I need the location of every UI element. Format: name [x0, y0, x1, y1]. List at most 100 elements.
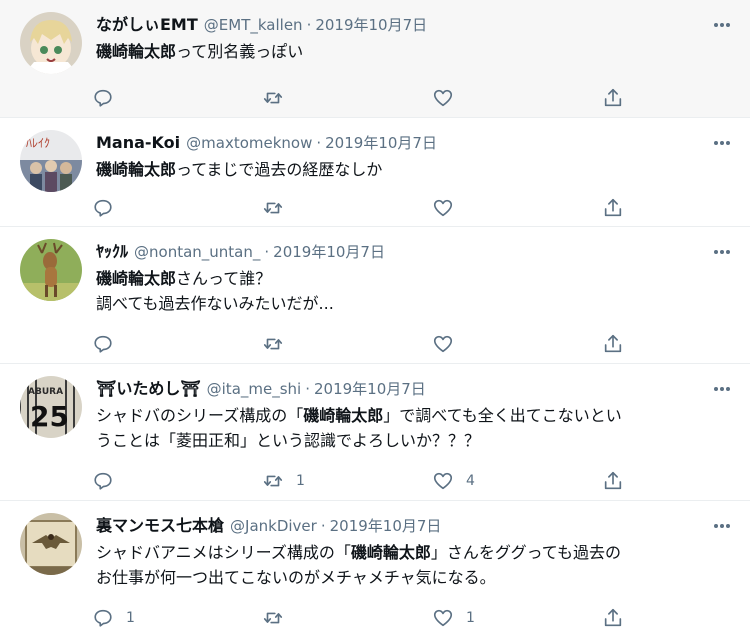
- avatar[interactable]: [20, 513, 82, 575]
- reply-button[interactable]: [92, 87, 262, 109]
- tweet[interactable]: ながしぃEMT @EMT_kallen · 2019年10月7日 磯崎輪太郎って…: [0, 0, 750, 118]
- reply-button[interactable]: [92, 333, 262, 355]
- text-segment: うことは「菱田正和」という認識でよろしいか？？？: [96, 431, 481, 450]
- tweet-text: 磯崎輪太郎って別名義っぽい: [96, 39, 734, 64]
- more-options-icon[interactable]: [712, 136, 730, 146]
- tweet-line: お仕事が何一つ出てこないのがメチャメチャ気になる。: [96, 565, 734, 590]
- deer-avatar-icon: [20, 239, 82, 301]
- user-handle[interactable]: @JankDiver: [230, 515, 317, 537]
- more-options-icon[interactable]: [712, 245, 730, 255]
- text-segment: シャドバのシリーズ構成の「: [96, 406, 304, 425]
- tweet-line: 磯崎輪太郎ってまじで過去の経歴なしか: [96, 157, 734, 182]
- retweet-button[interactable]: [262, 87, 432, 109]
- reply-icon: [94, 609, 112, 627]
- retweet-button[interactable]: [262, 607, 432, 629]
- like-button[interactable]: [432, 333, 602, 355]
- tweet-line: シャドバのシリーズ構成の「磯崎輪太郎」で調べても全く出てこないとい: [96, 403, 734, 428]
- like-button[interactable]: 4: [432, 470, 602, 492]
- user-handle[interactable]: @ita_me_shi: [207, 378, 302, 400]
- tweet-header: ⛩いためし⛩ @ita_me_shi · 2019年10月7日: [96, 378, 734, 400]
- highlight-keyword: 磯崎輪太郎: [96, 160, 177, 179]
- tweet[interactable]: 裏マンモス七本槍 @JankDiver · 2019年10月7日 シャドバアニメ…: [0, 501, 750, 640]
- reply-button[interactable]: 1: [92, 607, 262, 629]
- separator: ·: [305, 380, 310, 398]
- share-icon: [604, 608, 622, 627]
- avatar[interactable]: ABURA 25: [20, 376, 82, 438]
- tweet-date[interactable]: 2019年10月7日: [330, 515, 442, 537]
- tweet-actions: [92, 186, 734, 230]
- retweet-button[interactable]: [262, 333, 432, 355]
- avatar[interactable]: [20, 12, 82, 74]
- separator: ·: [264, 243, 270, 261]
- share-button[interactable]: [602, 470, 624, 492]
- retweet-count: 1: [296, 473, 305, 489]
- tweet[interactable]: ﾊﾚｲｸ Mana-Koi @maxtomeknow · 2019年10月7日 …: [0, 118, 750, 227]
- heart-icon: [433, 199, 453, 217]
- share-button[interactable]: [602, 197, 624, 219]
- more-options-icon[interactable]: [712, 519, 730, 529]
- retweet-icon: [263, 92, 283, 104]
- reply-icon: [94, 335, 112, 353]
- tweet-date[interactable]: 2019年10月7日: [315, 14, 427, 36]
- user-handle[interactable]: @maxtomeknow: [186, 132, 312, 154]
- avatar[interactable]: ﾊﾚｲｸ: [20, 130, 82, 192]
- jersey-25-avatar-icon: ABURA 25: [20, 376, 82, 438]
- like-button[interactable]: 1: [432, 607, 602, 629]
- retweet-button[interactable]: [262, 197, 432, 219]
- user-handle[interactable]: @EMT_kallen: [204, 14, 303, 36]
- reply-button[interactable]: [92, 470, 262, 492]
- heart-icon: [433, 609, 453, 627]
- share-button[interactable]: [602, 333, 624, 355]
- tweet-date[interactable]: 2019年10月7日: [273, 241, 385, 263]
- like-count: 1: [466, 610, 475, 626]
- highlight-keyword: 磯崎輪太郎: [350, 543, 431, 562]
- share-icon: [604, 198, 622, 217]
- like-button[interactable]: [432, 87, 602, 109]
- highlight-keyword: 磯崎輪太郎: [96, 269, 177, 288]
- tweet-text: シャドバのシリーズ構成の「磯崎輪太郎」で調べても全く出てこないとい うことは「菱…: [96, 403, 734, 453]
- share-button[interactable]: [602, 607, 624, 629]
- tweet[interactable]: ﾔｯｸﾙ @nontan_untan_ · 2019年10月7日 磯崎輪太郎さん…: [0, 227, 750, 364]
- tweet-feed: ながしぃEMT @EMT_kallen · 2019年10月7日 磯崎輪太郎って…: [0, 0, 750, 640]
- more-options-icon[interactable]: [712, 382, 730, 392]
- retweet-button[interactable]: 1: [262, 470, 432, 492]
- reply-icon: [94, 472, 112, 490]
- tweet-date[interactable]: 2019年10月7日: [314, 378, 426, 400]
- heart-icon: [433, 472, 453, 490]
- separator: ·: [316, 134, 322, 152]
- display-name[interactable]: Mana-Koi: [96, 132, 180, 154]
- more-options-icon[interactable]: [712, 18, 730, 28]
- retweet-icon: [263, 612, 283, 624]
- tweet[interactable]: ABURA 25 ⛩いためし⛩ @ita_me_shi · 2019年10月7日…: [0, 364, 750, 501]
- text-segment: さんって誰？: [176, 269, 272, 288]
- display-name[interactable]: ながしぃEMT: [96, 14, 198, 36]
- heart-icon: [433, 89, 453, 107]
- heart-icon: [433, 335, 453, 353]
- reply-button[interactable]: [92, 197, 262, 219]
- avatar[interactable]: [20, 239, 82, 301]
- display-name[interactable]: ﾔｯｸﾙ: [96, 241, 128, 263]
- separator: ·: [320, 517, 326, 535]
- like-button[interactable]: [432, 197, 602, 219]
- user-handle[interactable]: @nontan_untan_: [134, 241, 260, 263]
- tweet-header: ながしぃEMT @EMT_kallen · 2019年10月7日: [96, 14, 734, 36]
- display-name[interactable]: ⛩いためし⛩: [96, 378, 201, 400]
- share-icon: [604, 471, 622, 490]
- retweet-icon: [263, 202, 283, 214]
- svg-text:ABURA: ABURA: [28, 387, 63, 397]
- reply-icon: [94, 199, 112, 217]
- poster-avatar-icon: ﾊﾚｲｸ: [20, 130, 82, 192]
- share-button[interactable]: [602, 87, 624, 109]
- text-segment: 」さんをググっても過去の: [430, 543, 621, 562]
- tweet-header: 裏マンモス七本槍 @JankDiver · 2019年10月7日: [96, 515, 734, 537]
- svg-text:ﾊﾚｲｸ: ﾊﾚｲｸ: [26, 136, 50, 150]
- display-name[interactable]: 裏マンモス七本槍: [96, 515, 224, 537]
- retweet-icon: [263, 338, 283, 350]
- highlight-keyword: 磯崎輪太郎: [96, 42, 177, 61]
- highlight-keyword: 磯崎輪太郎: [303, 406, 384, 425]
- tweet-header: Mana-Koi @maxtomeknow · 2019年10月7日: [96, 132, 734, 154]
- eagle-avatar-icon: [20, 513, 82, 575]
- tweet-date[interactable]: 2019年10月7日: [325, 132, 437, 154]
- text-segment: ってまじで過去の経歴なしか: [176, 160, 383, 179]
- reply-count: 1: [126, 610, 135, 626]
